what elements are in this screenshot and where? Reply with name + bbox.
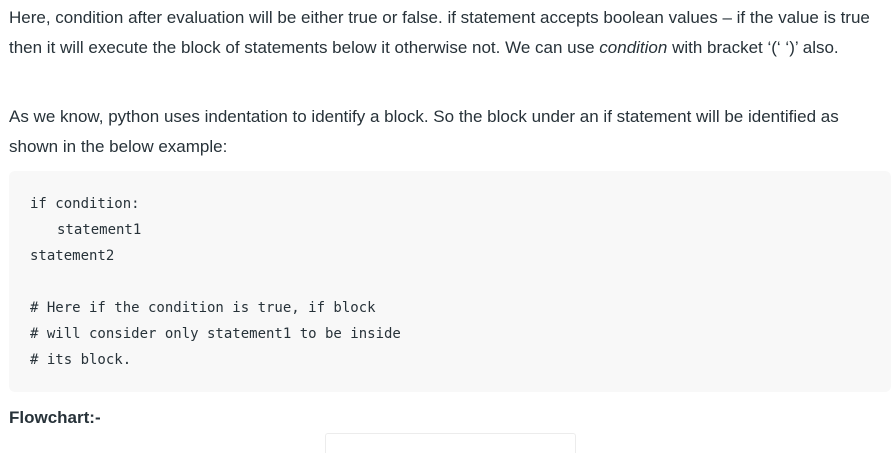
code-comment-line: # Here if the condition is true, if bloc…: [30, 300, 376, 316]
flowchart-heading: Flowchart:-: [9, 408, 101, 427]
emphasis-condition: condition: [599, 37, 668, 57]
code-line: statement2: [30, 248, 115, 264]
paragraph-condition-explanation: Here, condition after evaluation will be…: [9, 3, 891, 62]
code-block: if condition: statement1 statement2 # He…: [9, 171, 891, 392]
code-line: statement1: [57, 222, 142, 238]
paragraph-text: with bracket ‘(‘ ‘)’ also.: [667, 37, 839, 57]
paragraph-indentation-explanation: As we know, python uses indentation to i…: [9, 107, 839, 156]
code-comment-line: # will consider only statement1 to be in…: [30, 326, 401, 342]
flowchart-image: [325, 433, 576, 453]
code-comment-line: # its block.: [30, 352, 132, 368]
code-line: if condition:: [30, 196, 140, 212]
